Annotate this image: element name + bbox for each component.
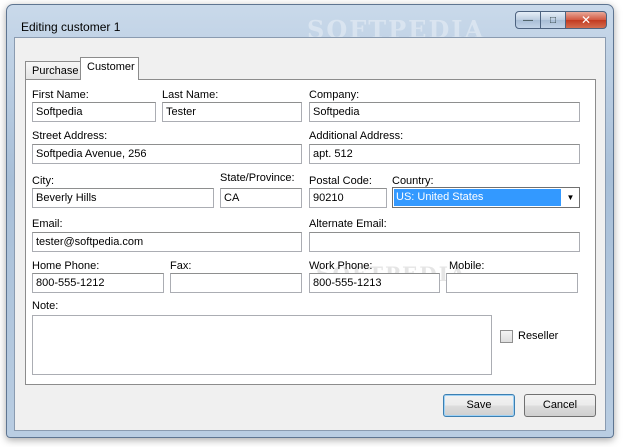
additional-address-field[interactable] — [309, 144, 580, 164]
mobile-label: Mobile: — [449, 260, 485, 272]
note-textarea[interactable] — [32, 315, 492, 375]
email-field[interactable] — [32, 232, 302, 252]
home-phone-field[interactable] — [32, 273, 164, 293]
save-button[interactable]: Save — [443, 394, 515, 417]
country-select[interactable]: US: United States ▼ — [392, 187, 580, 208]
country-selected-value: US: United States — [394, 189, 561, 206]
last-name-label: Last Name: — [162, 89, 219, 101]
minimize-button[interactable]: — — [515, 11, 541, 29]
mobile-field[interactable] — [446, 273, 578, 293]
last-name-field[interactable] — [162, 102, 302, 122]
minimize-icon: — — [523, 14, 533, 26]
country-label: Country: — [392, 175, 434, 187]
company-label: Company: — [309, 89, 360, 101]
reseller-checkbox[interactable] — [500, 330, 513, 343]
caption-buttons: — □ ✕ — [515, 11, 607, 33]
dialog-window: Editing customer 1 SOFTPEDIA — □ ✕ Purch… — [6, 4, 614, 438]
fax-label: Fax: — [170, 260, 192, 272]
first-name-label: First Name: — [32, 89, 89, 101]
maximize-icon: □ — [549, 14, 557, 26]
street-address-field[interactable] — [32, 144, 302, 164]
first-name-field[interactable] — [32, 102, 156, 122]
dialog-client-area: Purchase Customer First Name: Last Name:… — [14, 37, 606, 431]
postal-code-field[interactable] — [309, 188, 387, 208]
chevron-down-icon[interactable]: ▼ — [562, 188, 579, 207]
cancel-button[interactable]: Cancel — [524, 394, 596, 417]
close-icon: ✕ — [580, 13, 592, 27]
customer-panel: First Name: Last Name: Company: Street A… — [25, 79, 596, 385]
additional-address-label: Additional Address: — [309, 130, 404, 142]
state-label: State/Province: — [220, 172, 295, 184]
alternate-email-label: Alternate Email: — [309, 218, 387, 230]
tab-purchase[interactable]: Purchase — [25, 61, 81, 79]
close-button[interactable]: ✕ — [565, 11, 607, 29]
window-title: Editing customer 1 — [21, 20, 121, 34]
postal-code-label: Postal Code: — [309, 175, 372, 187]
company-field[interactable] — [309, 102, 580, 122]
work-phone-field[interactable] — [309, 273, 440, 293]
city-field[interactable] — [32, 188, 214, 208]
tab-customer[interactable]: Customer — [80, 57, 139, 80]
reseller-label: Reseller — [518, 330, 559, 342]
work-phone-label: Work Phone: — [309, 260, 373, 272]
title-bar[interactable]: Editing customer 1 SOFTPEDIA — □ ✕ — [7, 5, 613, 44]
maximize-button[interactable]: □ — [540, 11, 566, 29]
street-address-label: Street Address: — [32, 130, 108, 142]
city-label: City: — [32, 175, 54, 187]
alternate-email-field[interactable] — [309, 232, 580, 252]
home-phone-label: Home Phone: — [32, 260, 100, 272]
state-field[interactable] — [220, 188, 302, 208]
email-label: Email: — [32, 218, 63, 230]
note-label: Note: — [32, 300, 59, 312]
fax-field[interactable] — [170, 273, 302, 293]
